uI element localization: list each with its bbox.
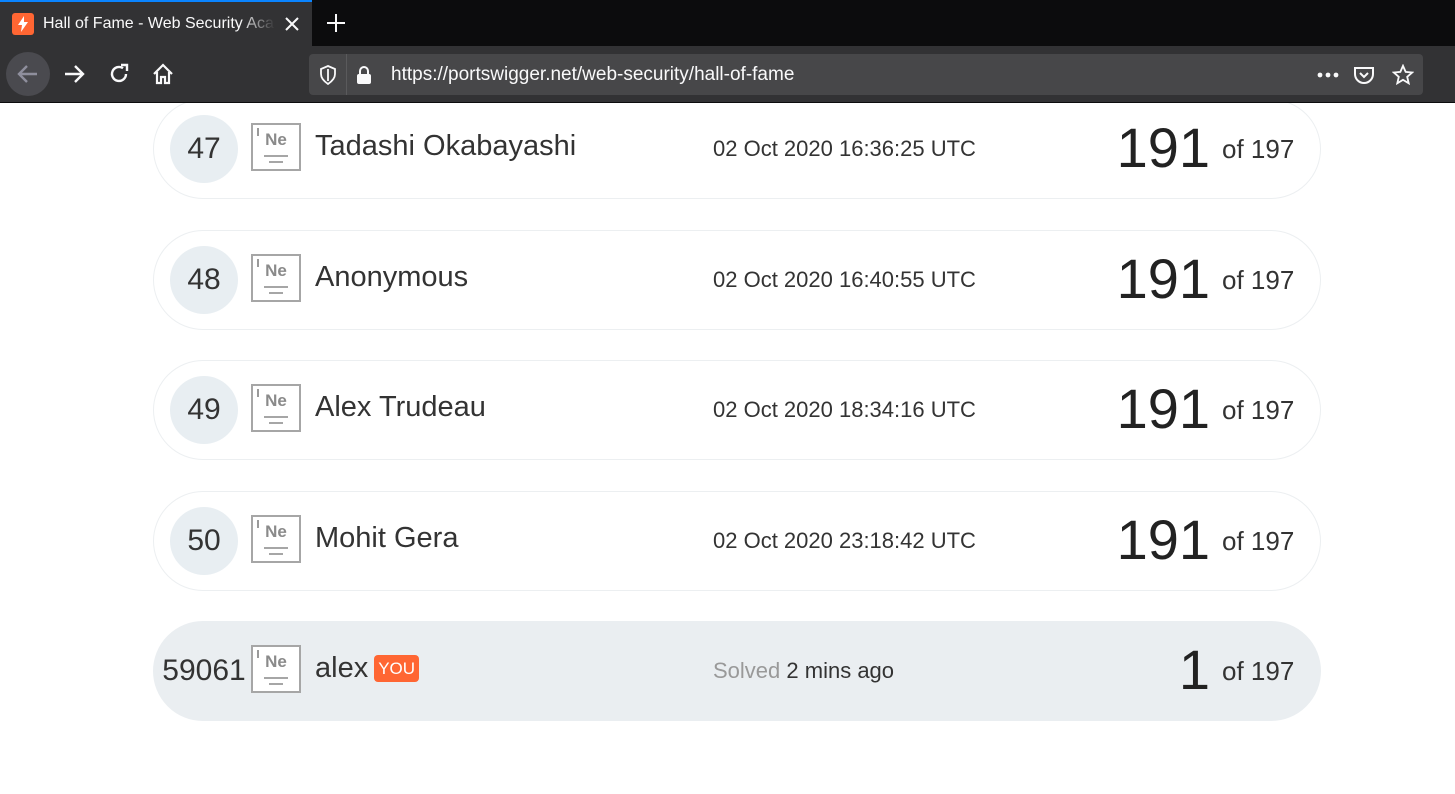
solved-count: 191 [1116,508,1210,571]
active-tab[interactable]: Hall of Fame - Web Security Academy [0,0,312,46]
total-labs: of 197 [1222,395,1295,425]
total-labs: of 197 [1222,134,1295,164]
tracking-protection-shield-icon[interactable] [309,54,347,95]
completion-date: 02 Oct 2020 16:36:25 UTC [713,136,976,161]
pocket-icon[interactable] [1345,54,1383,95]
leaderboard-row: 50 Ne Mohit Gera 02 Oct 2020 23:18:42 UT… [153,491,1321,591]
completion-date: 02 Oct 2020 18:34:16 UTC [713,397,976,422]
rank-number: 59061 [162,654,246,687]
close-tab-icon[interactable] [281,13,303,35]
leaderboard-row: 49 Ne Alex Trudeau 02 Oct 2020 18:34:16 … [153,360,1321,460]
back-button[interactable] [6,52,50,96]
user-name: Anonymous [315,261,469,293]
user-name: Alex Trudeau [315,391,486,423]
url-text[interactable]: https://portswigger.net/web-security/hal… [391,64,1311,86]
rank-number: 49 [170,376,238,444]
solved-count: 191 [1116,377,1210,440]
forward-arrow-icon [65,65,85,83]
user-name: Tadashi Okabayashi [315,130,577,162]
you-badge: YOU [374,655,420,682]
solved-label: Solved [713,658,781,683]
tab-strip: Hall of Fame - Web Security Academy [0,0,1455,46]
solved-count: 1 [1178,638,1210,701]
navigation-toolbar: https://portswigger.net/web-security/hal… [0,46,1455,103]
solved-count: 191 [1116,247,1210,310]
reload-icon [110,63,129,83]
element-badge-icon: Ne [251,645,301,693]
home-button[interactable] [141,52,185,96]
home-icon [153,63,173,85]
solved-time: 2 mins ago [786,658,895,683]
completion-date: 02 Oct 2020 23:18:42 UTC [713,528,976,553]
total-labs: of 197 [1222,656,1295,686]
element-badge-icon: Ne [251,384,301,432]
leaderboard-row: 48 Ne Anonymous 02 Oct 2020 16:40:55 UTC… [153,230,1321,330]
solved-count: 191 [1116,116,1210,179]
hall-of-fame-leaderboard: 47 Ne Tadashi Okabayashi 02 Oct 2020 16:… [0,103,1455,794]
element-badge-icon: Ne [251,254,301,302]
lock-icon[interactable] [347,54,381,95]
user-name: alex [315,652,369,684]
rank-number: 50 [170,507,238,575]
rank-number: 47 [170,115,238,183]
total-labs: of 197 [1222,526,1295,556]
element-badge-icon: Ne [251,515,301,563]
solved-status: Solved 2 mins ago [713,658,894,684]
user-name-wrapper: alex YOU [315,652,420,685]
forward-button[interactable] [52,52,96,96]
address-bar[interactable]: https://portswigger.net/web-security/hal… [309,54,1423,95]
leaderboard-row: 47 Ne Tadashi Okabayashi 02 Oct 2020 16:… [153,103,1321,199]
rank-number: 48 [170,246,238,314]
tab-title: Hall of Fame - Web Security Academy [43,15,275,32]
reload-button[interactable] [97,52,141,96]
page-actions-menu-icon[interactable] [1311,54,1345,95]
user-name: Mohit Gera [315,522,459,554]
portswigger-favicon-icon [12,13,34,35]
total-labs: of 197 [1222,265,1295,295]
completion-date: 02 Oct 2020 16:40:55 UTC [713,267,976,292]
bookmark-star-icon[interactable] [1383,54,1423,95]
new-tab-button[interactable] [322,9,350,37]
current-user-row: 59061 Ne alex YOU Solved 2 mins ago 1 of… [153,621,1321,721]
element-badge-icon: Ne [251,123,301,171]
back-arrow-icon [17,65,37,83]
